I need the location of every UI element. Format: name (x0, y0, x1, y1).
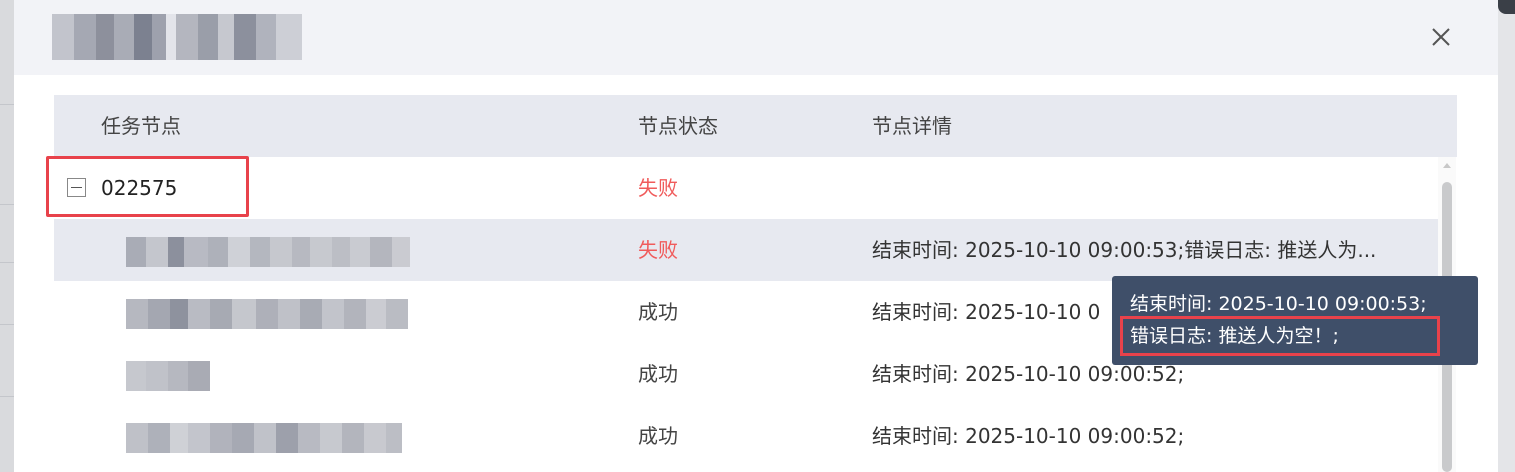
column-header-node: 任务节点 (101, 114, 181, 138)
status-success: 成功 (638, 300, 678, 324)
corner-button[interactable] (1498, 0, 1515, 14)
backdrop-right (1498, 0, 1515, 472)
backdrop-line (0, 396, 14, 397)
close-icon (1432, 28, 1450, 46)
table-row[interactable]: 成功 结束时间: 2025-10-10 09:00:52; (54, 405, 1439, 467)
node-detail: 结束时间: 2025-10-10 09:00:53;错误日志: 推送人为... (872, 238, 1377, 262)
close-button[interactable] (1428, 24, 1454, 50)
backdrop-line (0, 104, 14, 105)
status-success: 成功 (638, 424, 678, 448)
tooltip-highlight-box (1120, 316, 1440, 356)
status-fail: 失败 (638, 176, 678, 200)
dialog-title-blurred (52, 14, 322, 60)
scroll-up-icon[interactable] (1443, 163, 1451, 168)
backdrop-line (0, 204, 14, 205)
task-node-dialog: 任务节点 节点状态 节点详情 022575 失败 失败 结束时间: 2025-1… (14, 0, 1498, 472)
column-header-detail: 节点详情 (872, 114, 952, 138)
table-row[interactable]: 022575 失败 (54, 157, 1439, 219)
table-row[interactable]: 失败 结束时间: 2025-10-10 09:00:53;错误日志: 推送人为.… (54, 219, 1439, 281)
table-header: 任务节点 节点状态 节点详情 (54, 95, 1457, 157)
node-name-blurred (126, 237, 410, 267)
backdrop-line (0, 324, 14, 325)
node-name-blurred (126, 299, 408, 329)
node-name-blurred (126, 361, 210, 391)
tooltip-end-time: 结束时间: 2025-10-10 09:00:53; (1130, 293, 1427, 315)
column-header-status: 节点状态 (638, 114, 718, 138)
status-fail: 失败 (638, 238, 678, 262)
backdrop-line (0, 262, 14, 263)
node-detail: 结束时间: 2025-10-10 09:00:52; (872, 424, 1185, 448)
highlight-box (46, 156, 249, 217)
dialog-header (14, 0, 1498, 75)
node-name-blurred (126, 423, 402, 453)
node-detail: 结束时间: 2025-10-10 0 (872, 300, 1101, 324)
status-success: 成功 (638, 362, 678, 386)
